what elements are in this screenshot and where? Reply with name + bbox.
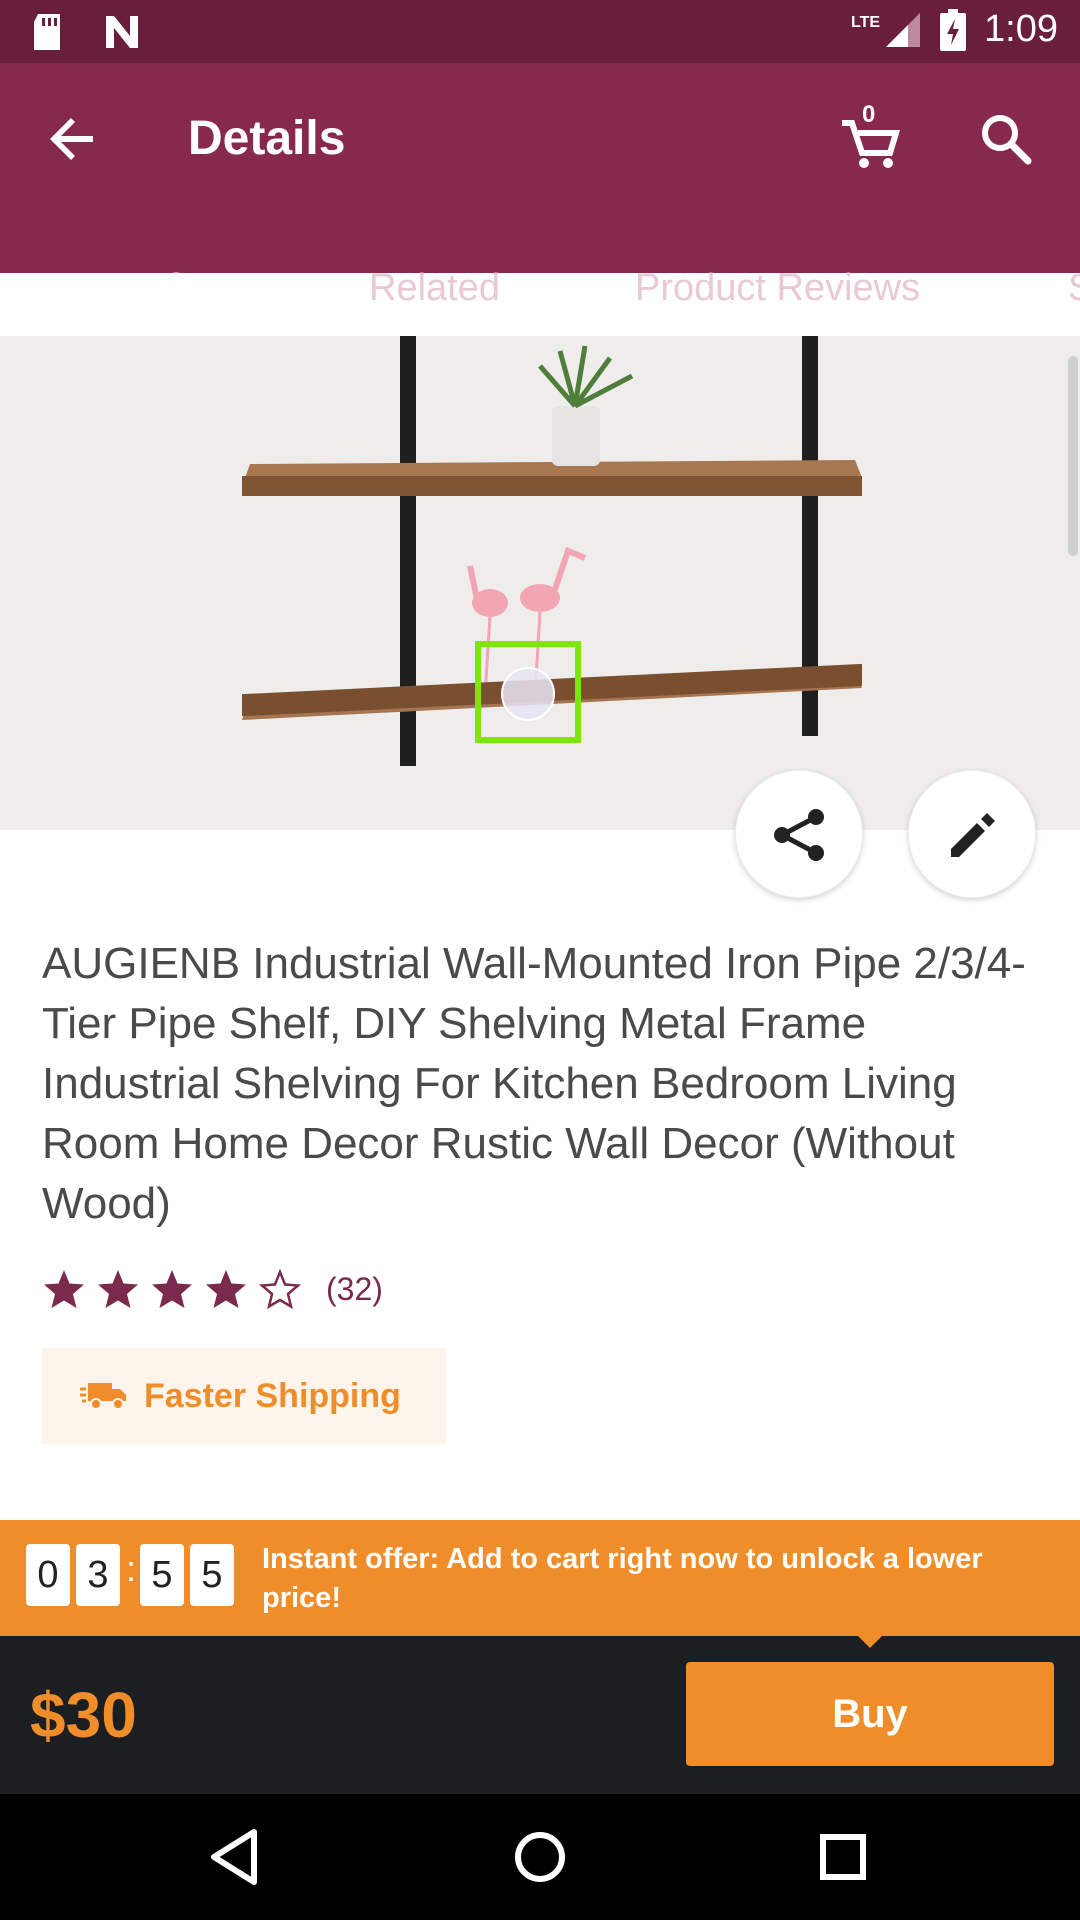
cart-count-badge: 0 (862, 101, 876, 128)
shipping-label: Faster Shipping (144, 1376, 401, 1415)
star-filled-icon (152, 1270, 192, 1308)
notification-n-icon (106, 16, 138, 48)
scrollbar-thumb[interactable] (1068, 356, 1078, 556)
signal-icon (886, 12, 921, 47)
app-bar: Details 0 Overview Related Product Revie… (0, 63, 1080, 309)
status-bar: LTE 1:09 (0, 0, 1080, 63)
lte-label: LTE (851, 14, 881, 31)
status-time: 1:09 (984, 8, 1058, 50)
star-filled-icon (206, 1270, 246, 1308)
timer-digit: 5 (190, 1544, 234, 1606)
search-icon[interactable] (978, 111, 1034, 167)
share-button[interactable] (735, 770, 863, 898)
tab-partial[interactable]: S (1068, 240, 1080, 336)
offer-text: Instant offer: Add to cart right now to … (262, 1543, 983, 1614)
star-empty-icon (258, 1268, 302, 1310)
tab-bar: Overview Related Product Reviews S (0, 240, 1080, 336)
star-filled-icon (98, 1270, 138, 1308)
share-icon (774, 809, 824, 861)
timer-digit: 5 (140, 1544, 184, 1606)
edit-pencil-icon (951, 813, 995, 857)
sd-card-icon (34, 14, 60, 50)
star-filled-icon (44, 1270, 84, 1308)
product-title: AUGIENB Industrial Wall-Mounted Iron Pip… (42, 939, 1026, 1228)
status-right: LTE 1:09 (851, 8, 1058, 51)
edit-button[interactable] (908, 770, 1036, 898)
product-photo (0, 336, 1080, 830)
instant-offer-banner[interactable]: 0 3 : 5 5 Instant offer: Add to cart rig… (0, 1520, 1080, 1636)
rating-row[interactable]: (32) (42, 1268, 383, 1310)
timer-digit: 0 (26, 1544, 70, 1606)
nav-home-icon[interactable] (507, 1824, 573, 1890)
status-left-icons (30, 12, 142, 52)
buy-button[interactable]: Buy (686, 1662, 1054, 1766)
price: $30 (30, 1679, 137, 1751)
timer-digit: 3 (76, 1544, 120, 1606)
tab-overview[interactable]: Overview (63, 240, 232, 336)
back-arrow-icon[interactable] (45, 111, 101, 167)
tab-indicator (0, 326, 305, 334)
battery-charging-icon (940, 8, 967, 51)
purchase-bar: $30 Buy (0, 1636, 1080, 1794)
review-count: (32) (326, 1270, 383, 1307)
timer-separator: : (126, 1548, 137, 1589)
offer-pointer (856, 1634, 884, 1648)
nav-recents-icon[interactable] (810, 1824, 876, 1890)
shipping-badge: Faster Shipping (42, 1348, 446, 1444)
tab-product-reviews[interactable]: Product Reviews (635, 240, 920, 336)
tab-related[interactable]: Related (369, 240, 500, 336)
system-nav-bar (0, 1794, 1080, 1920)
page-title: Details (188, 112, 346, 165)
truck-icon (80, 1383, 126, 1410)
product-image[interactable] (0, 336, 1080, 830)
nav-back-icon[interactable] (202, 1824, 268, 1890)
